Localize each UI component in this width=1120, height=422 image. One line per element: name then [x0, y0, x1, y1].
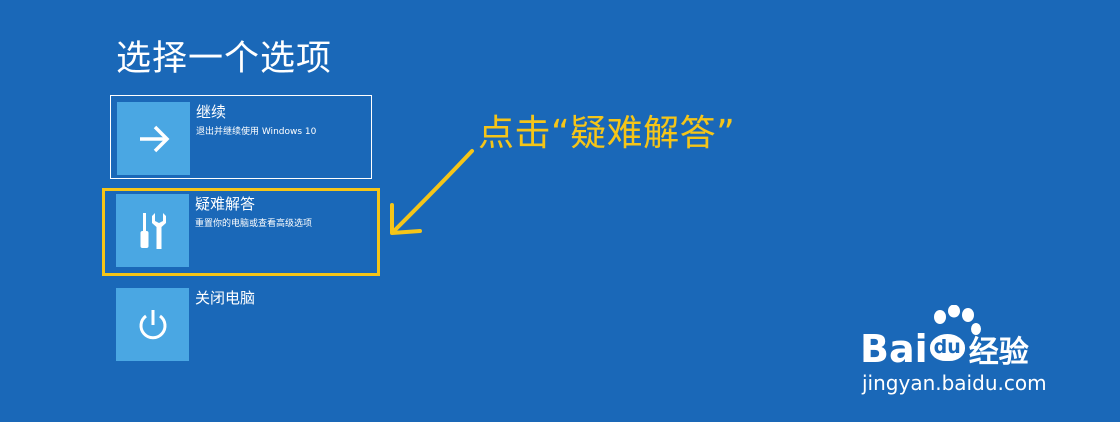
power-icon — [139, 309, 166, 339]
baidu-url: jingyan.baidu.com — [862, 371, 1047, 395]
baidu-logo-du: du — [929, 334, 965, 361]
baidu-logo: Bai du 经验 — [860, 327, 1029, 371]
annotation-arrow-icon — [390, 149, 474, 235]
continue-title: 继续 — [196, 103, 227, 121]
shutdown-title: 关闭电脑 — [195, 289, 256, 307]
annotation-text: 点击“疑难解答” — [478, 113, 736, 154]
shutdown-tile — [116, 288, 189, 361]
continue-tile — [117, 102, 190, 175]
arrow-right-icon — [139, 125, 169, 152]
continue-option[interactable]: 继续 退出并继续使用 Windows 10 — [110, 95, 372, 179]
annotation-highlight-box — [102, 188, 380, 276]
continue-description: 退出并继续使用 Windows 10 — [196, 127, 317, 137]
baidu-logo-suffix: 经验 — [968, 335, 1029, 370]
baidu-logo-prefix: Bai — [860, 327, 928, 371]
page-title: 选择一个选项 — [116, 39, 333, 79]
shutdown-option[interactable]: 关闭电脑 — [110, 282, 372, 366]
baidu-watermark: Bai du 经验 jingyan.baidu.com — [860, 305, 1070, 405]
